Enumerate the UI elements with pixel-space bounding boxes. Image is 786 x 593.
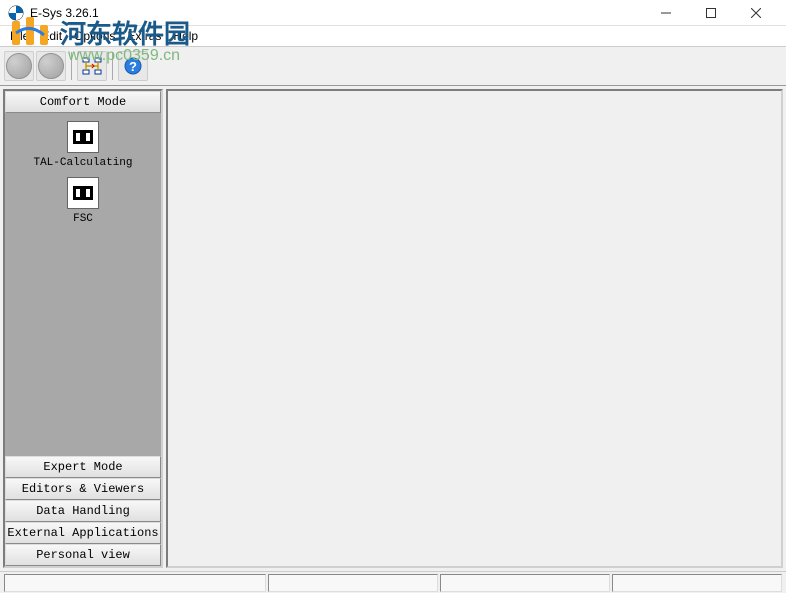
nav-back-icon: [6, 53, 32, 79]
content-area: [166, 89, 783, 568]
nav-back-button[interactable]: [4, 51, 34, 81]
menu-edit[interactable]: Edit: [35, 27, 68, 45]
window-title: E-Sys 3.26.1: [30, 6, 643, 20]
status-panel-2: [440, 574, 610, 592]
menu-help[interactable]: Help: [167, 27, 204, 45]
external-applications-button[interactable]: External Applications: [5, 522, 161, 544]
sidebar: Comfort Mode TAL-Calculating FSC Expert …: [3, 89, 163, 568]
toolbar-separator: [71, 52, 72, 80]
nav-forward-button[interactable]: [36, 51, 66, 81]
sidebar-item-label: TAL-Calculating: [33, 157, 132, 169]
window-controls: [643, 0, 778, 26]
nav-forward-icon: [38, 53, 64, 79]
help-icon: ?: [123, 56, 143, 76]
personal-view-button[interactable]: Personal view: [5, 544, 161, 566]
data-handling-button[interactable]: Data Handling: [5, 500, 161, 522]
menu-file[interactable]: File: [4, 27, 35, 45]
sidebar-item-fsc[interactable]: FSC: [67, 177, 99, 225]
app-icon: [8, 5, 24, 21]
sidebar-item-tal-calculating[interactable]: TAL-Calculating: [33, 121, 132, 169]
sidebar-item-label: FSC: [73, 213, 93, 225]
comfort-mode-content: TAL-Calculating FSC: [5, 113, 161, 456]
expert-mode-button[interactable]: Expert Mode: [5, 456, 161, 478]
comfort-mode-header[interactable]: Comfort Mode: [5, 91, 161, 113]
status-panel-main: [4, 574, 266, 592]
menubar: File Edit Options Extras Help: [0, 26, 786, 46]
status-panel-1: [268, 574, 438, 592]
statusbar: [0, 571, 786, 593]
help-button[interactable]: ?: [118, 51, 148, 81]
svg-text:?: ?: [129, 59, 137, 74]
menu-options[interactable]: Options: [68, 27, 121, 45]
maximize-button[interactable]: [688, 0, 733, 26]
toolbar-separator: [112, 52, 113, 80]
main-container: Comfort Mode TAL-Calculating FSC Expert …: [0, 86, 786, 571]
menu-extras[interactable]: Extras: [121, 27, 167, 45]
fsc-icon: [67, 177, 99, 209]
connect-icon: [81, 55, 103, 77]
close-button[interactable]: [733, 0, 778, 26]
minimize-button[interactable]: [643, 0, 688, 26]
toolbar: ?: [0, 46, 786, 86]
tal-calculating-icon: [67, 121, 99, 153]
editors-viewers-button[interactable]: Editors & Viewers: [5, 478, 161, 500]
titlebar: E-Sys 3.26.1: [0, 0, 786, 26]
status-panel-3: [612, 574, 782, 592]
connect-button[interactable]: [77, 51, 107, 81]
